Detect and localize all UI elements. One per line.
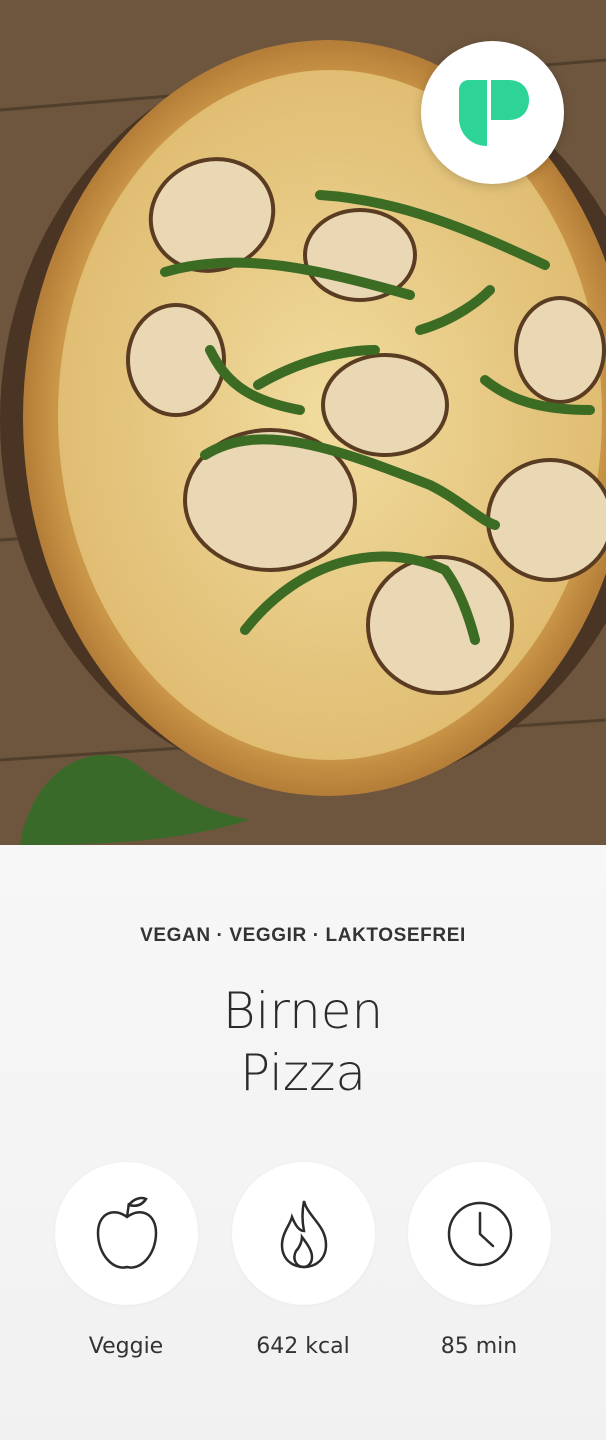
- stat-calories: [232, 1162, 375, 1305]
- stat-diet-label: Veggie: [88, 1334, 164, 1359]
- stat-diet: [55, 1162, 198, 1305]
- recipe-title-line1: Birnen: [222, 982, 384, 1040]
- recipe-tags: VEGAN · VEGGIR · LAKTOSEFREI: [140, 925, 466, 946]
- stat-time-label: 85 min: [440, 1334, 518, 1359]
- app-logo-badge[interactable]: [421, 41, 564, 184]
- flame-icon: [280, 1200, 327, 1268]
- stat-time: [408, 1162, 551, 1305]
- hero-image: [0, 0, 606, 845]
- stat-calories-label: 642 kcal: [256, 1334, 350, 1359]
- app-logo-icon: [458, 79, 529, 146]
- clock-icon: [447, 1201, 512, 1266]
- apple-icon: [96, 1196, 157, 1269]
- recipe-title-line2: Pizza: [239, 1044, 367, 1102]
- recipe-title: Birnen Pizza: [0, 980, 606, 1104]
